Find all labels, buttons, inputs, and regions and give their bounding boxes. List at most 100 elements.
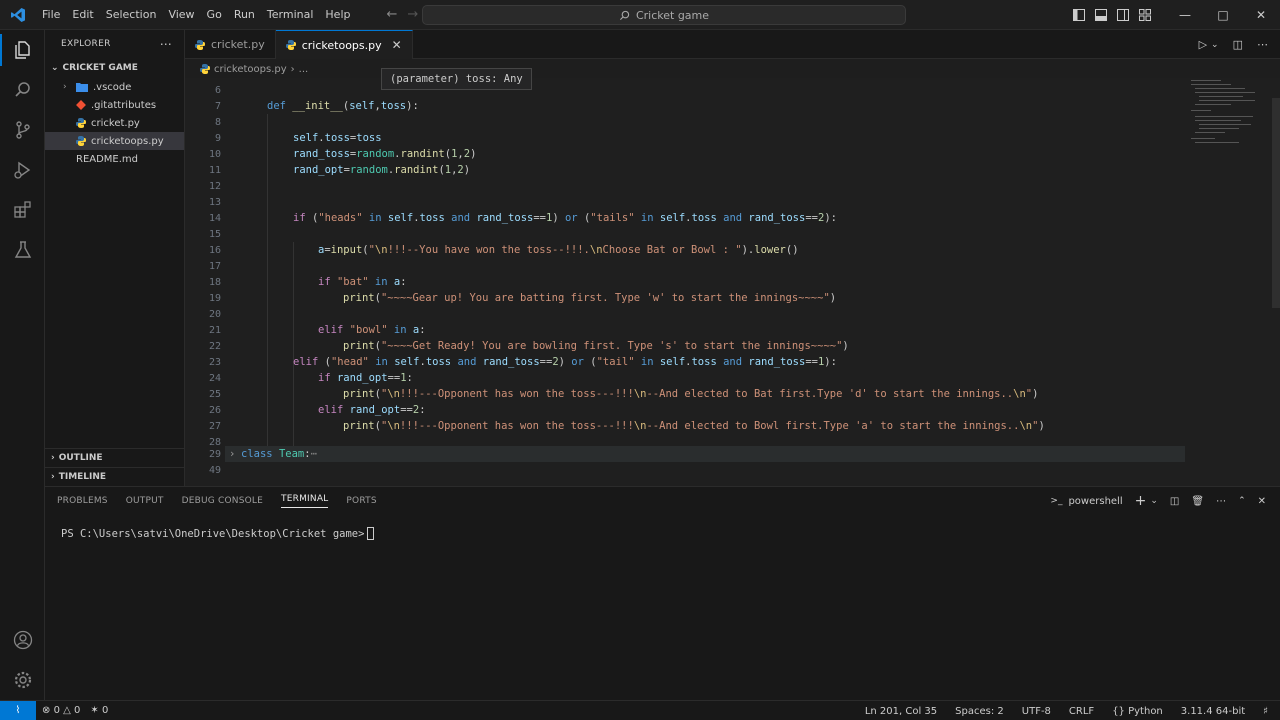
code-line: 23 elif ("head" in self.toss and rand_tos…	[208, 356, 837, 368]
testing-flask-icon[interactable]	[0, 230, 45, 270]
close-tab-icon[interactable]: ✕	[392, 38, 402, 52]
minimap[interactable]	[1187, 78, 1267, 158]
line-endings[interactable]: CRLF	[1069, 706, 1094, 717]
search-icon[interactable]	[0, 70, 45, 110]
split-editor-icon[interactable]: ◫	[1233, 38, 1243, 51]
toggle-secondary-sidebar-icon[interactable]	[1112, 0, 1134, 30]
code-line: 19 print("~~~~Gear up! You are batting fi…	[208, 292, 837, 304]
chevron-up-icon[interactable]: ⌃	[1238, 496, 1246, 506]
more-actions-icon[interactable]: ⋯	[1257, 38, 1268, 51]
code-line: 10 rand_toss=random.randint(1,2)	[208, 148, 477, 160]
tree-item-cricket-py[interactable]: cricket.py	[45, 114, 184, 132]
terminal-output[interactable]: PS C:\Users\satvi\OneDrive\Desktop\Crick…	[61, 527, 375, 540]
breadcrumb: cricketoops.py › ...	[200, 60, 308, 78]
remote-indicator-icon[interactable]: ⌇	[0, 700, 36, 720]
language-mode[interactable]: {} Python	[1112, 706, 1163, 717]
menu-edit[interactable]: Edit	[66, 8, 99, 21]
tab-cricket-py[interactable]: cricket.py	[185, 30, 276, 59]
menu-file[interactable]: File	[36, 8, 66, 21]
search-icon	[619, 10, 630, 20]
search-text: Cricket game	[635, 8, 710, 22]
settings-gear-icon[interactable]	[0, 660, 45, 700]
menu-run[interactable]: Run	[228, 8, 261, 21]
customize-layout-icon[interactable]	[1134, 0, 1156, 30]
tab-ports[interactable]: PORTS	[346, 496, 376, 506]
extensions-icon[interactable]	[0, 190, 45, 230]
tab-cricketoops-py[interactable]: cricketoops.py ✕	[275, 30, 413, 59]
code-line: 29 › class Team:⋯	[208, 448, 317, 460]
minimize-icon[interactable]: —	[1166, 0, 1204, 30]
breadcrumb-file[interactable]: cricketoops.py	[214, 64, 287, 75]
accounts-icon[interactable]	[0, 620, 45, 660]
more-actions-icon[interactable]: ⋯	[1216, 496, 1226, 507]
chevron-down-icon[interactable]: ⌄	[1211, 40, 1219, 50]
run-debug-icon[interactable]	[0, 150, 45, 190]
workspace-folder[interactable]: ⌄ CRICKET GAME	[45, 58, 184, 78]
close-panel-icon[interactable]: ✕	[1258, 496, 1266, 507]
code-line: 8	[214, 116, 221, 128]
braces-icon: {}	[1112, 705, 1125, 717]
tab-output[interactable]: OUTPUT	[126, 496, 164, 506]
chevron-right-icon: ›	[63, 82, 67, 92]
tab-problems[interactable]: PROBLEMS	[57, 496, 108, 506]
tree-item-readme[interactable]: README.md	[45, 150, 184, 168]
terminal-cursor	[367, 527, 375, 540]
new-terminal-icon[interactable]: +	[1135, 493, 1147, 509]
close-window-icon[interactable]: ✕	[1242, 0, 1280, 30]
problems-status[interactable]: ⊗ 0 △ 0	[42, 705, 80, 716]
chevron-down-icon[interactable]: ⌄	[1150, 496, 1158, 506]
code-line: 14 if ("heads" in self.toss and rand_toss…	[208, 212, 837, 224]
run-file-icon[interactable]: ▷	[1199, 38, 1207, 51]
menu-help[interactable]: Help	[319, 8, 356, 21]
status-bar: ⌇ ⊗ 0 △ 0 ✶ 0 Ln 201, Col 35 Spaces: 2 U…	[0, 700, 1280, 720]
code-editor[interactable]: 6 7 def __init__(self,toss): 8 9 self.toss…	[185, 68, 1280, 486]
trash-icon[interactable]: 🗑	[1191, 496, 1204, 507]
python-file-icon	[195, 39, 205, 50]
menu-view[interactable]: View	[162, 8, 200, 21]
code-line: 9 self.toss=toss	[214, 132, 382, 144]
split-terminal-icon[interactable]: ◫	[1170, 496, 1179, 507]
tab-terminal[interactable]: TERMINAL	[281, 494, 329, 508]
terminal-icon: >_	[1050, 496, 1063, 506]
code-line: 20	[208, 308, 221, 320]
timeline-section[interactable]: › TIMELINE	[45, 467, 185, 486]
source-control-icon[interactable]	[0, 110, 45, 150]
editor-scrollbar[interactable]	[1272, 98, 1280, 308]
code-line: 25 print("\n!!!---Opponent has won the to…	[208, 388, 1039, 400]
more-actions-icon[interactable]: ⋯	[160, 37, 172, 51]
back-arrow-icon[interactable]: ←	[386, 7, 397, 22]
command-center-search[interactable]: Cricket game	[422, 5, 906, 25]
notifications-bell-icon[interactable]: ♯	[1263, 706, 1268, 717]
explorer-icon[interactable]	[0, 30, 45, 70]
cursor-position[interactable]: Ln 201, Col 35	[865, 706, 937, 717]
fold-chevron-icon[interactable]: ›	[229, 448, 235, 460]
code-line: 11 rand_opt=random.randint(1,2)	[208, 164, 471, 176]
indentation[interactable]: Spaces: 2	[955, 706, 1004, 717]
tree-item-cricketoops-py[interactable]: cricketoops.py	[45, 132, 184, 150]
maximize-icon[interactable]: □	[1204, 0, 1242, 30]
shell-name[interactable]: powershell	[1068, 496, 1122, 507]
chevron-down-icon: ⌄	[51, 63, 59, 73]
outline-section[interactable]: › OUTLINE	[45, 448, 185, 467]
code-line: 6	[214, 84, 221, 96]
forward-arrow-icon[interactable]: →	[407, 7, 418, 22]
breadcrumb-separator: ›	[290, 63, 295, 75]
breadcrumb-more[interactable]: ...	[299, 64, 309, 75]
toggle-sidebar-icon[interactable]	[1068, 0, 1090, 30]
tree-item-vscode[interactable]: › .vscode	[45, 78, 184, 96]
broadcast-icon: ✶	[90, 705, 99, 716]
tab-debug-console[interactable]: DEBUG CONSOLE	[182, 496, 263, 506]
git-file-icon	[76, 100, 86, 110]
ports-status[interactable]: ✶ 0	[90, 705, 108, 716]
menu-terminal[interactable]: Terminal	[261, 8, 320, 21]
code-line: 17	[208, 260, 221, 272]
code-line: 21 elif "bowl" in a:	[208, 324, 426, 336]
menu-selection[interactable]: Selection	[100, 8, 163, 21]
encoding[interactable]: UTF-8	[1022, 706, 1051, 717]
menu-go[interactable]: Go	[201, 8, 228, 21]
python-interpreter[interactable]: 3.11.4 64-bit	[1181, 706, 1245, 717]
tree-item-gitattributes[interactable]: .gitattributes	[45, 96, 184, 114]
folder-name: CRICKET GAME	[62, 63, 138, 73]
code-line: 27 print("\n!!!---Opponent has won the to…	[208, 420, 1045, 432]
toggle-panel-icon[interactable]	[1090, 0, 1112, 30]
